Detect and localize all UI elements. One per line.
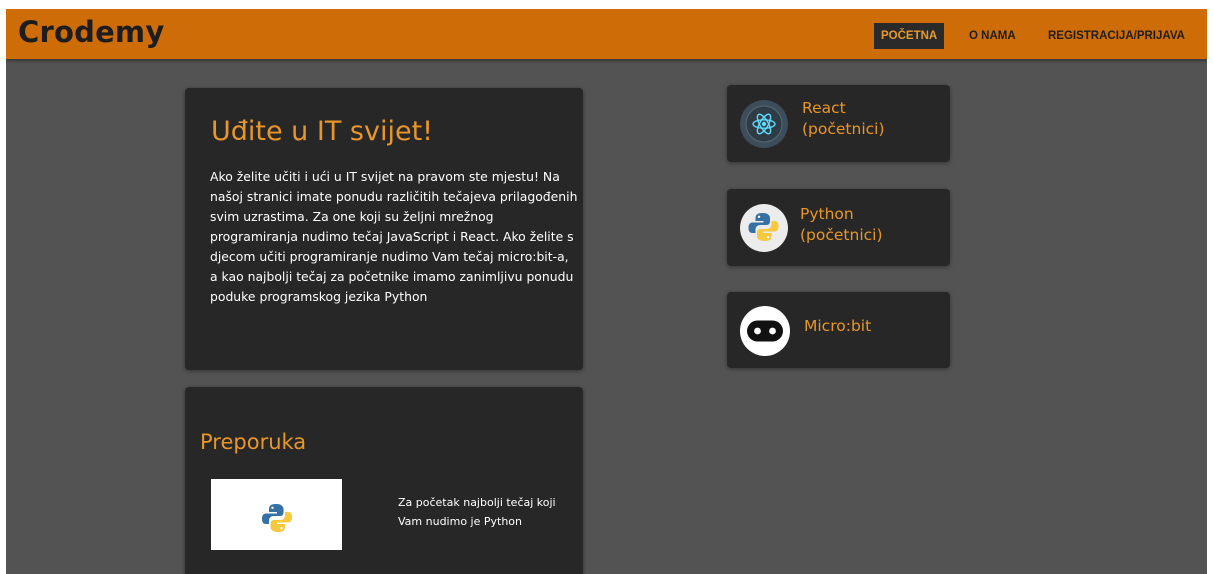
course-title-react: React (početnici) (802, 99, 885, 138)
python-icon (262, 504, 292, 532)
hero-title: Uđite u IT svijet! (211, 116, 433, 147)
course-card-python[interactable]: Python (početnici) (727, 189, 950, 266)
recommendation-image[interactable] (211, 479, 342, 550)
microbit-icon (739, 305, 791, 361)
course-title-python: Python (početnici) (800, 205, 883, 244)
recommendation-card: Preporuka Za početak najbolji tečaj koji… (185, 387, 583, 574)
nav-about[interactable]: O NAMA (969, 23, 1016, 49)
hero-card: Uđite u IT svijet! Ako želite učiti i uć… (185, 88, 583, 370)
recommendation-text: Za početak najbolji tečaj koji Vam nudim… (398, 496, 556, 528)
react-icon (739, 99, 789, 153)
course-card-react[interactable]: React (početnici) (727, 85, 950, 162)
python-icon (739, 203, 789, 257)
navbar: Crodemy POČETNA O NAMA REGISTRACIJA/PRIJ… (6, 9, 1207, 59)
hero-text: Ako želite učiti i ući u IT svijet na pr… (210, 169, 578, 304)
nav-register[interactable]: REGISTRACIJA/PRIJAVA (1048, 23, 1185, 49)
nav-home[interactable]: POČETNA (874, 23, 945, 49)
recommendation-title: Preporuka (200, 430, 307, 454)
page-background: Crodemy POČETNA O NAMA REGISTRACIJA/PRIJ… (6, 9, 1207, 574)
brand-logo[interactable]: Crodemy (18, 15, 164, 49)
course-title-microbit: Micro:bit (804, 317, 872, 335)
course-card-microbit[interactable]: Micro:bit (727, 292, 950, 368)
